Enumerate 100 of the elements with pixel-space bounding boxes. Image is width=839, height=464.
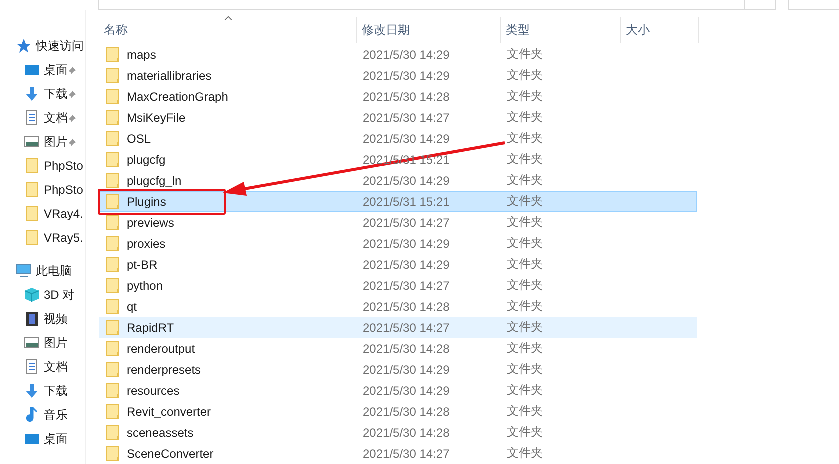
modified-date: 2021/5/30 14:29 [363, 68, 450, 82]
picture-icon [24, 134, 40, 150]
folder-icon [105, 340, 121, 356]
sidebar-item[interactable]: 3D 对 [0, 283, 85, 307]
file-type: 文件夹 [507, 88, 543, 105]
pc-icon [16, 263, 32, 279]
file-row[interactable]: python 2021/5/30 14:27 文件夹 [99, 275, 697, 296]
column-header[interactable]: 类型 [501, 17, 621, 43]
folder-icon [24, 182, 40, 198]
sidebar-item[interactable]: 此电脑 [0, 259, 85, 283]
sidebar-item[interactable]: 图片 [0, 331, 85, 355]
modified-date: 2021/5/30 14:27 [363, 446, 450, 460]
sidebar-item[interactable]: 下载 [0, 82, 85, 106]
folder-icon [105, 214, 121, 230]
modified-date: 2021/5/30 14:27 [363, 278, 450, 292]
folder-icon [105, 110, 121, 126]
modified-date: 2021/5/30 14:27 [363, 216, 450, 230]
file-type: 文件夹 [507, 361, 543, 378]
file-row[interactable]: renderoutput 2021/5/30 14:28 文件夹 [99, 338, 697, 359]
sort-caret-icon [224, 16, 233, 21]
file-name: qt [127, 300, 138, 314]
sidebar-item[interactable]: VRay5. [0, 226, 85, 250]
address-bar[interactable] [98, 0, 745, 10]
file-name: renderoutput [127, 342, 196, 356]
file-name: sceneassets [127, 426, 194, 440]
folder-icon [105, 194, 121, 210]
sidebar-item[interactable]: 文档 [0, 355, 85, 379]
sidebar-item[interactable]: 文档 [0, 106, 85, 130]
folder-icon [105, 88, 121, 104]
column-header[interactable]: 大小 [621, 17, 699, 43]
desktop-icon [24, 62, 40, 78]
folder-icon [105, 236, 121, 252]
file-name: renderpresets [127, 362, 202, 376]
file-row[interactable]: SceneConverter 2021/5/30 14:27 文件夹 [99, 443, 697, 464]
file-name: SceneConverter [127, 446, 214, 460]
folder-icon [105, 446, 121, 462]
sidebar-item[interactable]: 桌面 [0, 427, 85, 451]
folder-icon [105, 424, 121, 440]
file-type: 文件夹 [507, 67, 543, 84]
folder-icon [24, 158, 40, 174]
modified-date: 2021/5/30 14:29 [363, 174, 450, 188]
file-type: 文件夹 [507, 277, 543, 294]
sidebar-item[interactable]: 音乐 [0, 403, 85, 427]
file-row[interactable]: qt 2021/5/30 14:28 文件夹 [99, 296, 697, 317]
file-name: Revit_converter [127, 404, 212, 418]
file-row[interactable]: RapidRT 2021/5/30 14:27 文件夹 [99, 317, 697, 338]
modified-date: 2021/5/30 14:29 [363, 384, 450, 398]
file-row[interactable]: MaxCreationGraph 2021/5/30 14:28 文件夹 [99, 86, 697, 107]
file-name: resources [127, 384, 180, 398]
sidebar-item[interactable]: PhpSto [0, 178, 85, 202]
file-row[interactable]: Revit_converter 2021/5/30 14:28 文件夹 [99, 401, 697, 422]
file-name: MsiKeyFile [127, 110, 186, 124]
file-row[interactable]: resources 2021/5/30 14:29 文件夹 [99, 380, 697, 401]
file-row[interactable]: materiallibraries 2021/5/30 14:29 文件夹 [99, 65, 697, 86]
sidebar-item[interactable]: 视频 [0, 307, 85, 331]
file-type: 文件夹 [507, 382, 543, 399]
file-name: python [127, 278, 164, 292]
column-header[interactable]: 修改日期 [357, 17, 501, 43]
history-button[interactable] [745, 0, 776, 10]
document-icon [24, 110, 40, 126]
modified-date: 2021/5/30 14:29 [363, 258, 450, 272]
file-row[interactable]: previews 2021/5/30 14:27 文件夹 [99, 212, 697, 233]
file-row[interactable]: MsiKeyFile 2021/5/30 14:27 文件夹 [99, 107, 697, 128]
file-type: 文件夹 [507, 445, 543, 462]
folder-icon [105, 172, 121, 188]
file-name: OSL [127, 132, 152, 146]
sidebar-item[interactable]: 桌面 [0, 58, 85, 82]
picture-icon [24, 335, 40, 351]
file-type: 文件夹 [507, 424, 543, 441]
file-row[interactable]: proxies 2021/5/30 14:29 文件夹 [99, 233, 697, 254]
file-row[interactable]: renderpresets 2021/5/30 14:29 文件夹 [99, 359, 697, 380]
download-icon [24, 383, 40, 399]
sidebar-item[interactable]: 快速访问 [0, 34, 85, 58]
sidebar-item[interactable]: VRay4. [0, 202, 85, 226]
search-field[interactable] [788, 0, 839, 10]
file-name: pt-BR [127, 258, 158, 272]
file-row[interactable]: pt-BR 2021/5/30 14:29 文件夹 [99, 254, 697, 275]
file-name: previews [127, 216, 174, 230]
file-row[interactable]: plugcfg_ln 2021/5/30 14:29 文件夹 [99, 170, 697, 191]
file-name: RapidRT [127, 320, 174, 334]
file-type: 文件夹 [507, 172, 543, 189]
sidebar-item[interactable]: 下载 [0, 379, 85, 403]
file-type: 文件夹 [507, 256, 543, 273]
sidebar-item[interactable]: PhpSto [0, 154, 85, 178]
file-type: 文件夹 [507, 151, 543, 168]
file-name: plugcfg [127, 152, 166, 166]
modified-date: 2021/5/30 14:29 [363, 236, 450, 250]
file-row[interactable]: maps 2021/5/30 14:29 文件夹 [99, 44, 697, 65]
file-name: proxies [127, 236, 166, 250]
folder-icon [105, 320, 121, 336]
modified-date: 2021/5/30 14:27 [363, 110, 450, 124]
column-header[interactable]: 名称 [99, 17, 357, 43]
sidebar-item[interactable]: 图片 [0, 130, 85, 154]
folder-icon [105, 362, 121, 378]
folder-icon [24, 206, 40, 222]
file-name: plugcfg_ln [127, 174, 182, 188]
file-row[interactable]: Plugins 2021/5/31 15:21 文件夹 [99, 191, 697, 212]
file-row[interactable]: sceneassets 2021/5/30 14:28 文件夹 [99, 422, 697, 443]
folder-icon [105, 46, 121, 62]
file-row[interactable]: OSL 2021/5/30 14:29 文件夹 [99, 128, 697, 149]
